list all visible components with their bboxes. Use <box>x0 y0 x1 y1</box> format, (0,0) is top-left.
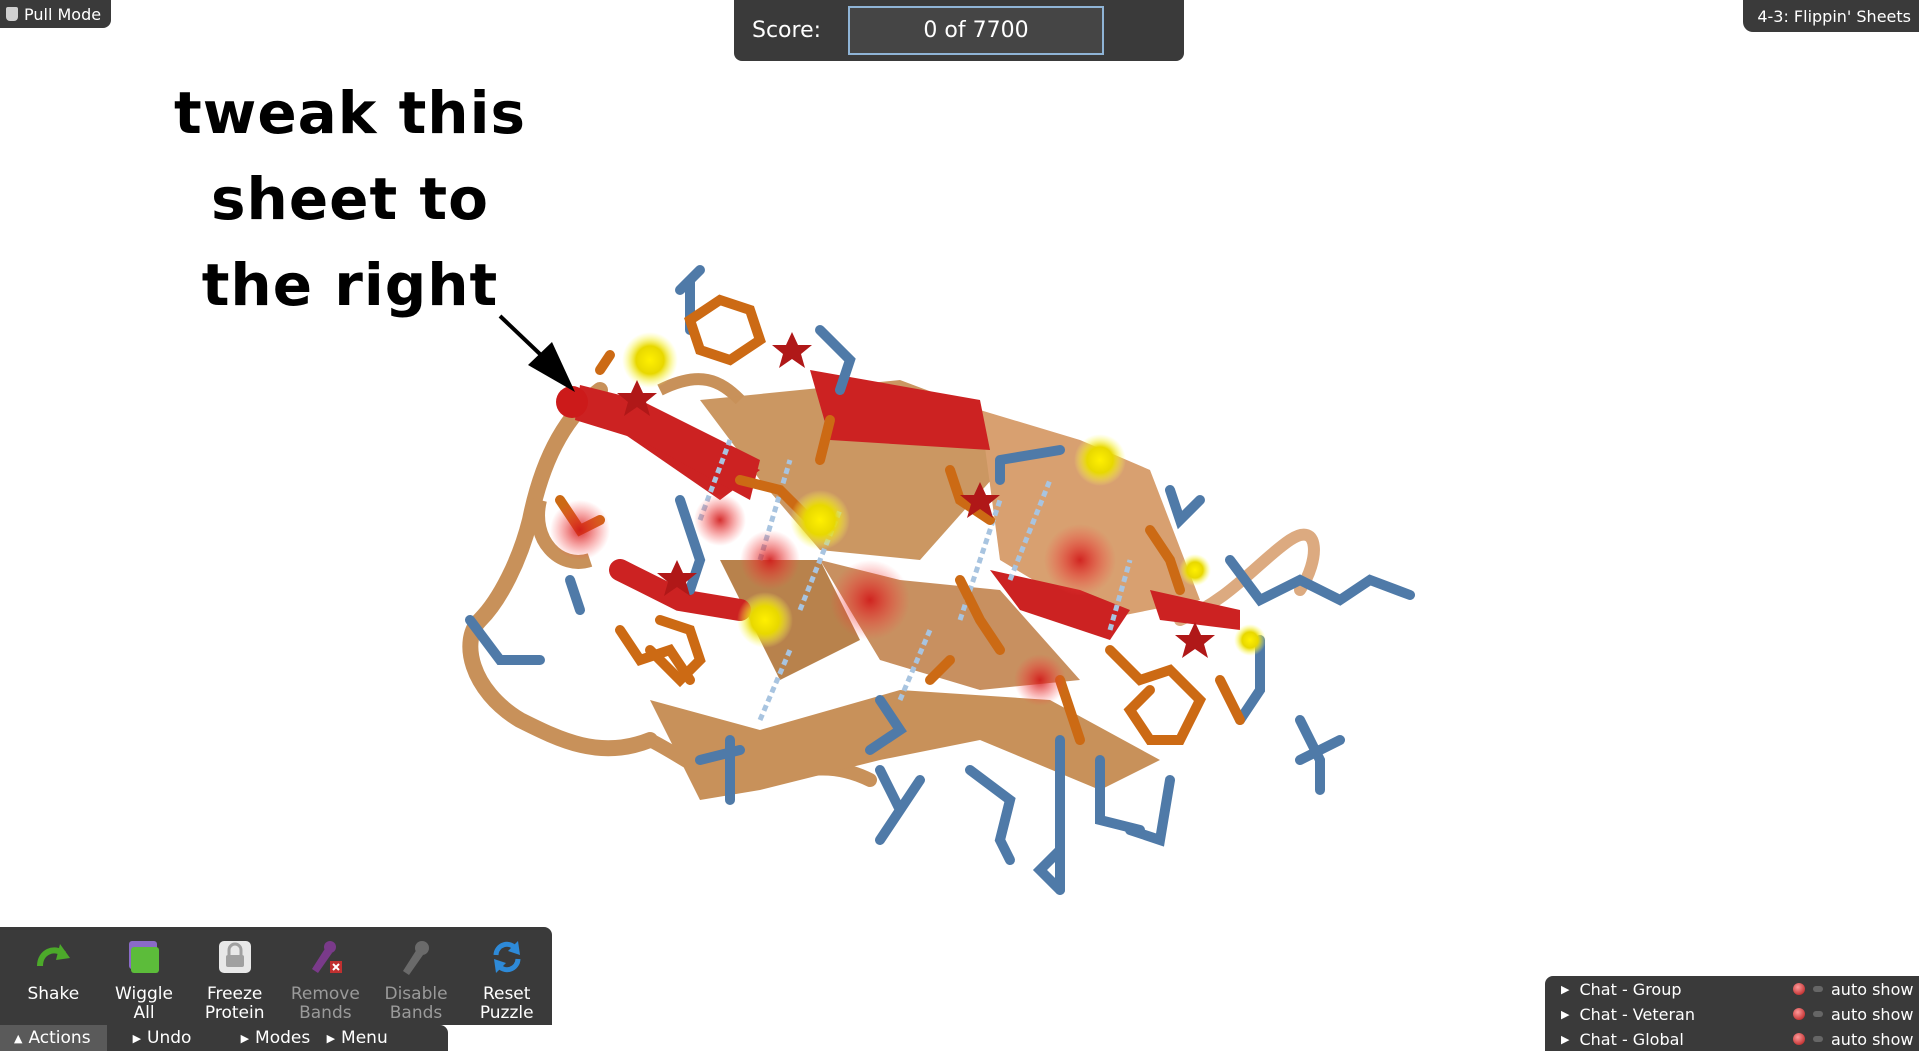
annotation-line: sheet to <box>211 165 489 233</box>
arrow-right-icon: ▶ <box>1561 982 1570 996</box>
wiggle-all-button[interactable]: Wiggle All <box>99 927 190 1025</box>
freeze-protein-button[interactable]: Freeze Protein <box>189 927 280 1025</box>
mode-label: Pull Mode <box>24 4 102 24</box>
tab-actions[interactable]: ▲ Actions <box>0 1025 107 1051</box>
chat-name: Chat - Group <box>1579 979 1682 999</box>
bottom-tab-bar: ▲ Actions ▶ Undo ▶ Modes ▶ Menu <box>0 1025 448 1051</box>
actions-panel: Shake Wiggle All Freeze Protein Remove B… <box>0 927 552 1025</box>
remove-bands-label-2: Bands <box>299 1003 352 1023</box>
arrow-right-icon: ▶ <box>1561 1032 1570 1046</box>
reset-puzzle-button[interactable]: Reset Puzzle <box>461 927 552 1025</box>
reset-label: Reset <box>482 984 531 1004</box>
hand-icon <box>6 7 18 21</box>
auto-show-toggle[interactable] <box>1813 1036 1823 1042</box>
disable-bands-label-2: Bands <box>389 1003 443 1023</box>
chat-row-global[interactable]: ▶ Chat - Global auto show <box>1545 1027 1919 1051</box>
wiggle-label-2: All <box>133 1003 155 1023</box>
status-light-icon <box>1793 1033 1805 1045</box>
freeze-label-2: Protein <box>204 1003 265 1023</box>
remove-bands-label: Remove <box>290 984 360 1004</box>
reset-icon <box>487 937 527 977</box>
remove-bands-icon <box>305 937 345 977</box>
shake-label: Shake <box>27 984 80 1004</box>
arrow-right-icon: ▶ <box>132 1031 142 1045</box>
chat-row-group[interactable]: ▶ Chat - Group auto show <box>1545 977 1919 1001</box>
shake-button[interactable]: Shake <box>8 927 99 1025</box>
annotation-line: tweak this <box>174 79 526 147</box>
arrow-up-icon: ▲ <box>14 1031 23 1045</box>
score-panel: Score: 0 of 7700 <box>734 0 1184 61</box>
disable-bands-button[interactable]: Disable Bands <box>371 927 462 1025</box>
auto-show-label: auto show <box>1831 1029 1914 1049</box>
tab-undo[interactable]: ▶ Undo <box>107 1025 217 1051</box>
remove-bands-button[interactable]: Remove Bands <box>280 927 371 1025</box>
annotation-line: the right <box>201 251 499 319</box>
mode-indicator[interactable]: Pull Mode <box>0 0 112 28</box>
tab-label: Menu <box>341 1028 388 1048</box>
auto-show-toggle[interactable] <box>1813 986 1823 992</box>
puzzle-title: 4-3: Flippin' Sheets <box>1743 0 1919 32</box>
disable-bands-icon <box>396 937 436 977</box>
chat-name: Chat - Veteran <box>1579 1004 1695 1024</box>
chat-name: Chat - Global <box>1579 1029 1684 1049</box>
tab-label: Actions <box>28 1028 91 1048</box>
score-label: Score: <box>752 18 822 43</box>
reset-label-2: Puzzle <box>479 1003 534 1023</box>
chat-row-veteran[interactable]: ▶ Chat - Veteran auto show <box>1545 1002 1919 1026</box>
protein-model[interactable] <box>462 265 1415 895</box>
disable-bands-label: Disable <box>384 984 448 1004</box>
chat-panel: ▶ Chat - Group auto show ▶ Chat - Veteran … <box>1545 976 1919 1051</box>
lock-icon <box>215 937 255 977</box>
freeze-label: Freeze <box>206 984 263 1004</box>
shake-icon <box>33 937 73 977</box>
tab-modes[interactable]: ▶ Modes <box>217 1025 327 1051</box>
tab-label: Undo <box>147 1028 192 1048</box>
status-light-icon <box>1793 1008 1805 1020</box>
tab-menu[interactable]: ▶ Menu <box>327 1025 388 1051</box>
auto-show-label: auto show <box>1831 979 1914 999</box>
tab-label: Modes <box>255 1028 311 1048</box>
arrow-right-icon: ▶ <box>240 1031 250 1045</box>
status-light-icon <box>1793 983 1805 995</box>
arrow-right-icon: ▶ <box>326 1031 336 1045</box>
wiggle-icon <box>124 937 164 977</box>
wiggle-label: Wiggle <box>115 984 173 1004</box>
auto-show-toggle[interactable] <box>1813 1011 1823 1017</box>
annotation-text: tweak this sheet to the right <box>150 70 550 328</box>
auto-show-label: auto show <box>1831 1004 1914 1024</box>
score-value: 0 of 7700 <box>848 6 1104 55</box>
arrow-right-icon: ▶ <box>1561 1007 1570 1021</box>
